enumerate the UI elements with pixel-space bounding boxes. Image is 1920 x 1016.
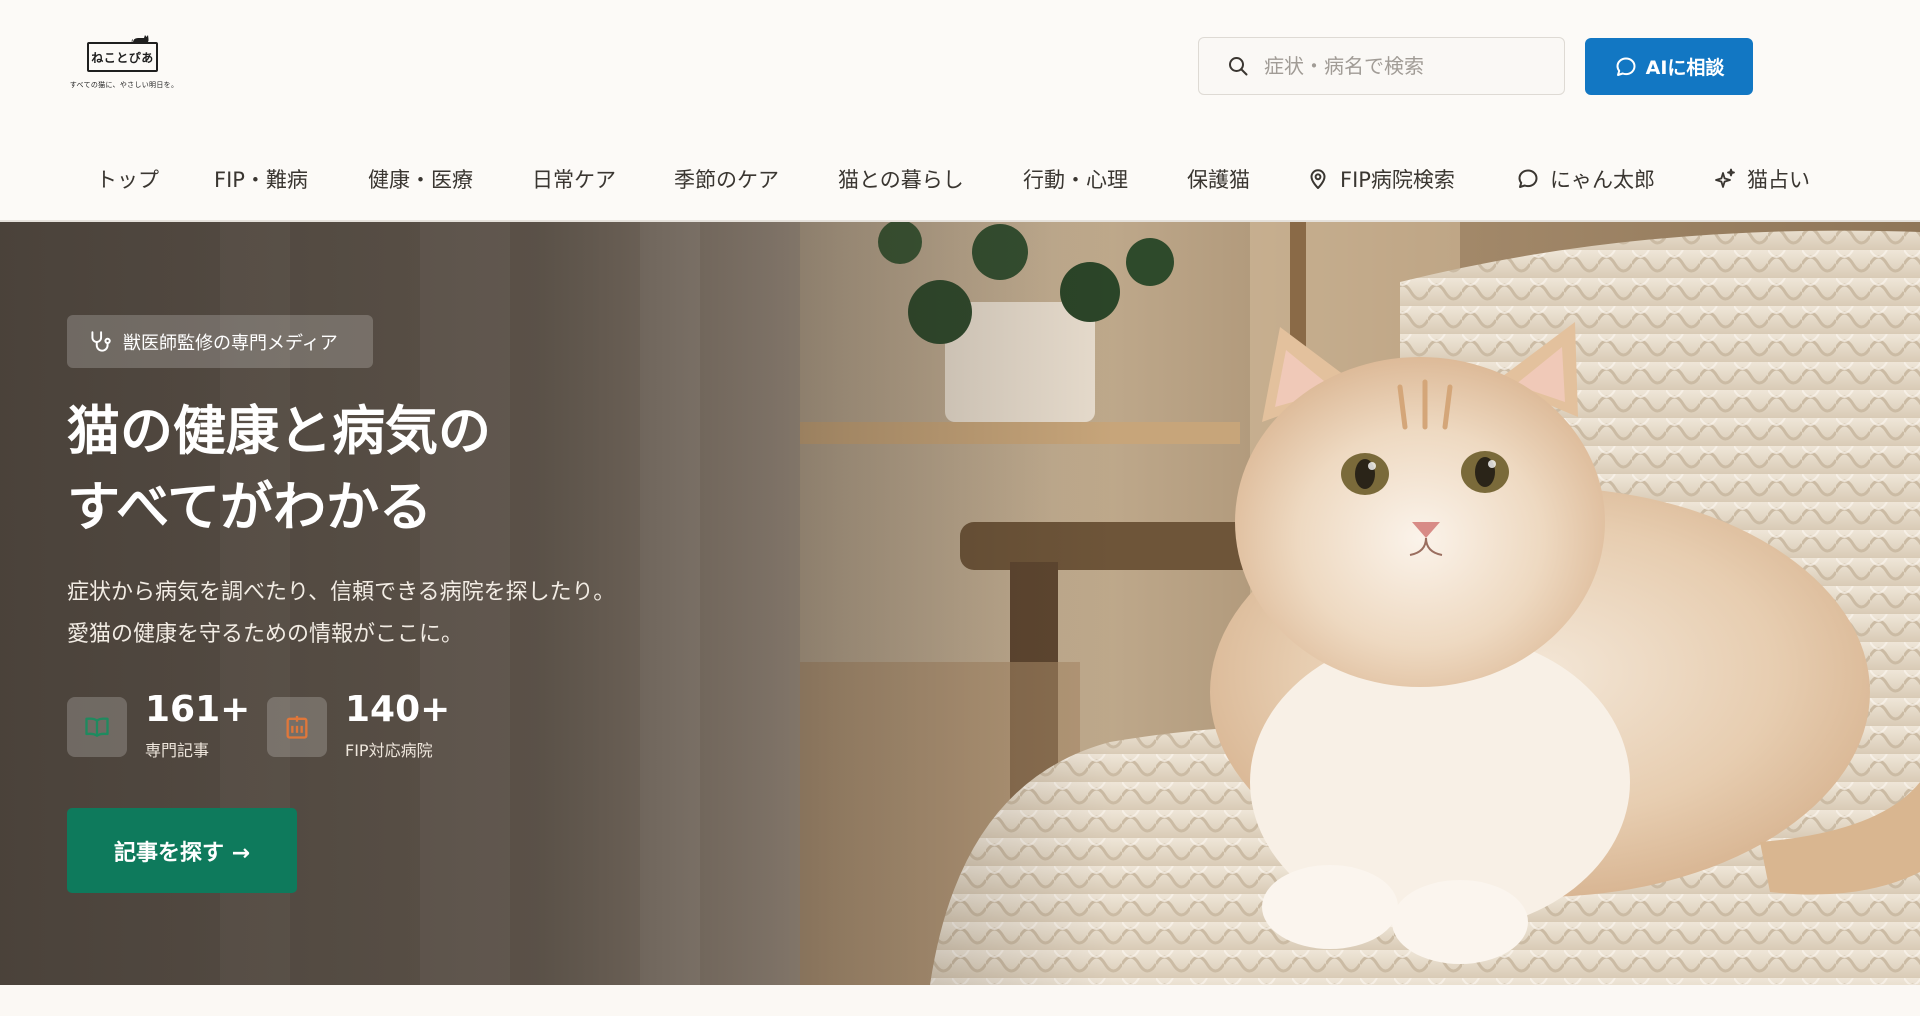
nav-item-cat-fortune[interactable]: 猫占い — [1713, 162, 1810, 196]
nav-item-label: 季節のケア — [674, 168, 779, 192]
hero-section: 獣医師監修の専門メディア 猫の健康と病気の すべてがわかる 症状から病気を調べた… — [0, 222, 1920, 985]
supervision-badge: 獣医師監修の専門メディア — [67, 315, 373, 368]
hero-description-line: 愛猫の健康を守るための情報がここに。 — [67, 622, 464, 647]
hero-title: 猫の健康と病気の すべてがわかる — [67, 394, 767, 546]
search-box[interactable] — [1198, 37, 1565, 95]
nav-item-fip[interactable]: FIP・難病 — [214, 162, 308, 196]
nav-item-label: 日常ケア — [532, 168, 616, 192]
nav-item-health[interactable]: 健康・医療 — [368, 162, 473, 196]
stat-articles-icon-box — [67, 697, 127, 757]
sparkles-icon — [1715, 168, 1735, 188]
nav-item-top[interactable]: トップ — [96, 162, 159, 196]
nav-item-label: 健康・医療 — [368, 168, 473, 192]
chat-bubble-icon — [1518, 169, 1538, 188]
nav-item-rescue-cats[interactable]: 保護猫 — [1187, 162, 1250, 196]
stat-articles-value: 161+ — [145, 689, 251, 730]
chat-bubble-icon — [1616, 57, 1636, 76]
search-input[interactable] — [1264, 54, 1554, 78]
map-pin-icon — [1310, 169, 1326, 189]
page-below-fold — [0, 985, 1920, 1016]
stat-hospitals-label: FIP対応病院 — [345, 741, 433, 760]
stat-articles-label: 専門記事 — [145, 741, 210, 760]
hospital-icon — [286, 715, 308, 739]
nav-item-daily-care[interactable]: 日常ケア — [532, 162, 616, 196]
ai-consult-button[interactable]: AIに相談 — [1585, 38, 1753, 95]
main-nav: トップ FIP・難病 健康・医療 日常ケア 季節のケア 猫との暮らし 行動・心理… — [0, 136, 1920, 222]
nav-item-label: 猫との暮らし — [838, 168, 964, 192]
hero-title-line: すべてがわかる — [67, 477, 433, 538]
stat-hospitals-icon-box — [267, 697, 327, 757]
logo-tagline: すべての猫に、やさしい明日を。 — [69, 81, 179, 89]
stethoscope-icon — [91, 330, 111, 352]
find-articles-button[interactable]: 記事を探す → — [67, 808, 297, 893]
search-icon — [1229, 57, 1248, 76]
nav-item-behavior[interactable]: 行動・心理 — [1023, 162, 1128, 196]
nav-item-label: FIP・難病 — [214, 168, 308, 192]
stat-hospitals-value: 140+ — [345, 689, 451, 730]
hero-description: 症状から病気を調べたり、信頼できる病院を探したり。 愛猫の健康を守るための情報が… — [67, 572, 867, 656]
hero-description-line: 症状から病気を調べたり、信頼できる病院を探したり。 — [67, 580, 616, 605]
nav-item-living-with-cats[interactable]: 猫との暮らし — [838, 162, 964, 196]
nav-item-label: にゃん太郎 — [1550, 168, 1655, 192]
book-open-icon — [85, 717, 109, 737]
nav-item-seasonal-care[interactable]: 季節のケア — [674, 162, 779, 196]
nav-item-fip-hospital-search[interactable]: FIP病院検索 — [1306, 162, 1455, 196]
site-header: ねことぴあ すべての猫に、やさしい明日を。 AIに相談 — [0, 0, 1920, 136]
supervision-badge-label: 獣医師監修の専門メディア — [123, 332, 338, 354]
nav-item-label: 保護猫 — [1187, 168, 1250, 192]
hero-title-line: 猫の健康と病気の — [67, 401, 491, 462]
nav-item-label: 猫占い — [1747, 168, 1810, 192]
nav-item-nyantaro[interactable]: にゃん太郎 — [1516, 162, 1655, 196]
ai-consult-label: AIに相談 — [1645, 57, 1725, 79]
nav-item-label: トップ — [96, 168, 159, 192]
nav-item-label: 行動・心理 — [1023, 168, 1128, 192]
site-logo[interactable]: ねことぴあ すべての猫に、やさしい明日を。 — [68, 30, 180, 94]
nav-item-label: FIP病院検索 — [1340, 168, 1455, 192]
logo-wordmark: ねことぴあ — [87, 42, 158, 72]
